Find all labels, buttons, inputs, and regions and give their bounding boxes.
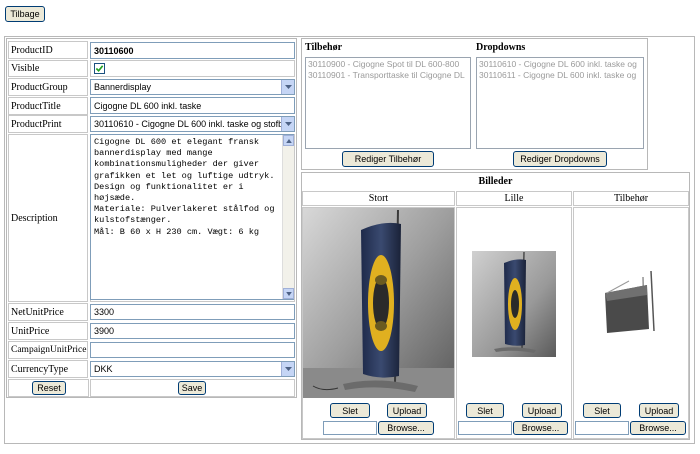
scroll-up-icon[interactable] <box>283 135 294 146</box>
delete-small-image-button[interactable]: Slet <box>466 403 504 418</box>
label-producttitle: ProductTitle <box>8 97 88 115</box>
image-col-header-stort: Stort <box>302 191 455 206</box>
visible-checkbox[interactable] <box>94 63 105 74</box>
billeder-header: Billeder <box>478 176 513 187</box>
productprint-select[interactable]: 30110610 - Cigogne DL 600 inkl. taske og… <box>90 116 295 132</box>
reset-button[interactable]: Reset <box>32 381 66 395</box>
chevron-down-icon[interactable] <box>281 117 294 131</box>
dropdowns-header: Dropdowns <box>476 42 526 53</box>
label-campaignunitprice: CampaignUnitPrice <box>8 341 88 359</box>
label-netunitprice: NetUnitPrice <box>8 303 88 321</box>
chevron-down-icon[interactable] <box>281 362 294 376</box>
rediger-dropdowns-button[interactable]: Rediger Dropdowns <box>513 151 607 167</box>
rediger-tilbehor-button[interactable]: Rediger Tilbehør <box>342 151 434 167</box>
label-currencytype: CurrencyType <box>8 360 88 378</box>
tilbehor-listbox[interactable]: 30110900 - Cigogne Spot til DL 600-800 3… <box>305 57 471 149</box>
currencytype-select[interactable]: DKK <box>90 361 295 377</box>
large-image-file-input[interactable] <box>323 421 377 435</box>
list-item[interactable]: 30110611 - Cigogne DL 600 inkl. taske og <box>479 70 641 81</box>
small-image-file-input[interactable] <box>458 421 512 435</box>
image-col-header-tilbehor: Tilbehør <box>573 191 689 206</box>
label-unitprice: UnitPrice <box>8 322 88 340</box>
label-productprint: ProductPrint <box>8 115 88 133</box>
description-scrollbar[interactable] <box>282 135 294 299</box>
product-image-accessory <box>599 271 661 335</box>
upload-large-image-button[interactable]: Upload <box>387 403 427 418</box>
description-textarea[interactable]: Cigogne DL 600 et elegant fransk bannerd… <box>90 134 294 300</box>
list-item[interactable]: 30110901 - Transporttaske til Cigogne DL <box>308 70 468 81</box>
campaignunitprice-field[interactable] <box>90 342 295 358</box>
delete-accessory-image-button[interactable]: Slet <box>583 403 621 418</box>
currencytype-value: DKK <box>94 364 113 374</box>
label-description: Description <box>8 134 88 302</box>
producttitle-field[interactable]: Cigogne DL 600 inkl. taske <box>90 97 295 114</box>
back-button[interactable]: Tilbage <box>5 6 45 22</box>
visible-cell <box>90 60 295 77</box>
label-productgroup: ProductGroup <box>8 78 88 96</box>
save-button[interactable]: Save <box>178 381 206 395</box>
tilbehor-header: Tilbehør <box>305 42 343 53</box>
chevron-down-icon[interactable] <box>281 80 294 94</box>
image-col-header-lille: Lille <box>456 191 572 206</box>
product-image-large <box>303 208 454 398</box>
checkmark-icon <box>95 65 104 72</box>
product-image-small <box>472 251 556 357</box>
upload-accessory-image-button[interactable]: Upload <box>639 403 679 418</box>
label-visible: Visible <box>8 60 88 77</box>
upload-small-image-button[interactable]: Upload <box>522 403 562 418</box>
list-item[interactable]: 30110610 - Cigogne DL 600 inkl. taske og <box>479 59 641 70</box>
browse-large-image-button[interactable]: Browse... <box>378 421 434 435</box>
productid-field[interactable]: 30110600 <box>90 42 295 59</box>
productgroup-value: Bannerdisplay <box>94 82 152 92</box>
browse-small-image-button[interactable]: Browse... <box>513 421 568 435</box>
browse-accessory-image-button[interactable]: Browse... <box>630 421 686 435</box>
netunitprice-field[interactable]: 3300 <box>90 304 295 320</box>
unitprice-field[interactable]: 3900 <box>90 323 295 339</box>
scroll-down-icon[interactable] <box>283 288 294 299</box>
dropdowns-listbox[interactable]: 30110610 - Cigogne DL 600 inkl. taske og… <box>476 57 644 149</box>
productgroup-select[interactable]: Bannerdisplay <box>90 79 295 95</box>
delete-large-image-button[interactable]: Slet <box>330 403 370 418</box>
accessory-image-file-input[interactable] <box>575 421 629 435</box>
list-item[interactable]: 30110900 - Cigogne Spot til DL 600-800 <box>308 59 468 70</box>
label-productid: ProductID <box>8 41 88 59</box>
productprint-value: 30110610 - Cigogne DL 600 inkl. taske og… <box>94 119 282 129</box>
